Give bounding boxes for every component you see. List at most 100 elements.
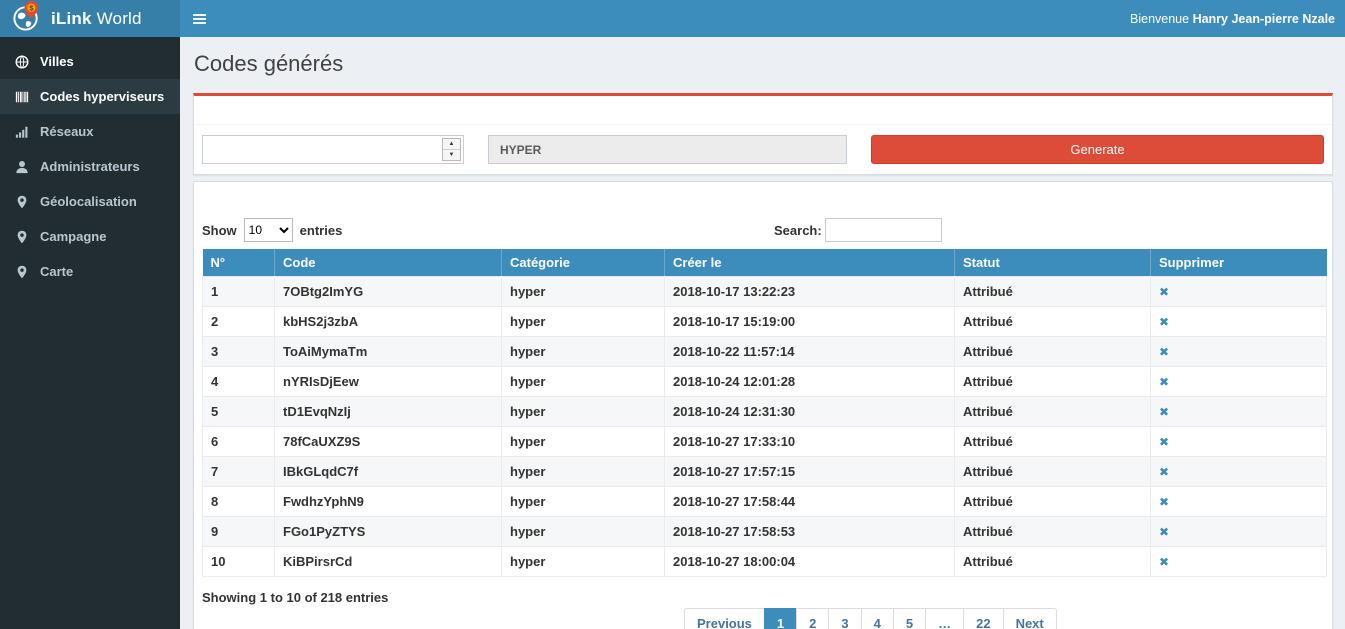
category-field[interactable] (488, 135, 847, 164)
pagination-page-1[interactable]: 1 (764, 608, 797, 629)
cell-created: 2018-10-22 11:57:14 (665, 336, 955, 366)
delete-icon[interactable]: ✖ (1159, 525, 1169, 539)
cell-code: tD1EvqNzIj (275, 396, 502, 426)
brand-logo[interactable]: $ iLink World (0, 0, 180, 37)
brand-title-bold: iLink (51, 9, 92, 28)
table-row: 5 tD1EvqNzIj hyper 2018-10-24 12:31:30 A… (203, 396, 1327, 426)
brand-title: iLink World (51, 9, 142, 29)
cell-code: IBkGLqdC7f (275, 456, 502, 486)
svg-text:$: $ (29, 4, 34, 13)
pagination-page-22[interactable]: 22 (963, 608, 1003, 629)
cell-num: 10 (203, 546, 275, 576)
quantity-input[interactable] (203, 136, 440, 163)
table-header-row: N° Code Catégorie Créer le Statut Suppri… (203, 249, 1327, 276)
page-length-control: Show 10 entries (202, 218, 1324, 242)
page-title: Codes générés (194, 51, 1333, 77)
top-header: $ iLink World Bienvenue Hanry Jean-pierr… (0, 0, 1345, 37)
cell-num: 5 (203, 396, 275, 426)
search-input[interactable] (825, 218, 942, 242)
sidebar-toggle-icon[interactable] (180, 0, 219, 37)
sidebar-item-carte[interactable]: Carte (0, 254, 180, 289)
cell-status: Attribué (955, 396, 1151, 426)
delete-icon[interactable]: ✖ (1159, 285, 1169, 299)
column-header-num[interactable]: N° (203, 249, 275, 276)
cell-category: hyper (502, 336, 665, 366)
cell-category: hyper (502, 486, 665, 516)
delete-icon[interactable]: ✖ (1159, 315, 1169, 329)
sidebar-item-villes[interactable]: Villes (0, 44, 180, 79)
generate-form-box: ▲ ▼ Generate (193, 93, 1333, 175)
column-header-supprimer[interactable]: Supprimer (1151, 249, 1327, 276)
cell-created: 2018-10-27 17:58:44 (665, 486, 955, 516)
cell-code: KiBPirsrCd (275, 546, 502, 576)
generate-button[interactable]: Generate (871, 135, 1324, 164)
cell-category: hyper (502, 276, 665, 306)
table-row: 3 ToAiMymaTm hyper 2018-10-22 11:57:14 A… (203, 336, 1327, 366)
sidebar-item-label: Campagne (40, 229, 106, 244)
cell-status: Attribué (955, 456, 1151, 486)
sidebar-item-label: Villes (40, 54, 74, 69)
cell-created: 2018-10-24 12:01:28 (665, 366, 955, 396)
cell-created: 2018-10-17 15:19:00 (665, 306, 955, 336)
pagination-page-4[interactable]: 4 (861, 608, 894, 629)
pagination-next-button[interactable]: Next (1003, 608, 1057, 629)
pagination-page-2[interactable]: 2 (796, 608, 829, 629)
cell-category: hyper (502, 426, 665, 456)
sidebar-item-label: Carte (40, 264, 73, 279)
column-header-categorie[interactable]: Catégorie (502, 249, 665, 276)
cell-category: hyper (502, 546, 665, 576)
table-row: 9 FGo1PyZTYS hyper 2018-10-27 17:58:53 A… (203, 516, 1327, 546)
delete-icon[interactable]: ✖ (1159, 555, 1169, 569)
cell-code: 7OBtg2ImYG (275, 276, 502, 306)
table-controls: Show 10 entries Search: (202, 218, 1324, 242)
cell-status: Attribué (955, 366, 1151, 396)
delete-icon[interactable]: ✖ (1159, 345, 1169, 359)
cell-status: Attribué (955, 546, 1151, 576)
cell-code: kbHS2j3zbA (275, 306, 502, 336)
codes-table: N° Code Catégorie Créer le Statut Suppri… (202, 249, 1327, 577)
pagination-page-5[interactable]: 5 (893, 608, 926, 629)
sidebar-item-codes-hyperviseurs[interactable]: Codes hyperviseurs (0, 79, 180, 114)
cell-status: Attribué (955, 336, 1151, 366)
page-length-select[interactable]: 10 (244, 218, 293, 242)
search-control: Search: (774, 218, 942, 242)
column-header-creer-le[interactable]: Créer le (665, 249, 955, 276)
cell-created: 2018-10-27 17:58:53 (665, 516, 955, 546)
sidebar-item-label: Codes hyperviseurs (40, 89, 164, 104)
globe-pin-logo-icon: $ (11, 0, 42, 37)
table-row: 6 78fCaUXZ9S hyper 2018-10-27 17:33:10 A… (203, 426, 1327, 456)
delete-icon[interactable]: ✖ (1159, 495, 1169, 509)
cell-category: hyper (502, 306, 665, 336)
sidebar-item-campagne[interactable]: Campagne (0, 219, 180, 254)
table-row: 4 nYRIsDjEew hyper 2018-10-24 12:01:28 A… (203, 366, 1327, 396)
pagination-previous-button[interactable]: Previous (684, 608, 765, 629)
pagination-page-3[interactable]: 3 (828, 608, 861, 629)
cell-num: 3 (203, 336, 275, 366)
map-marker-icon (15, 230, 29, 244)
brand-title-regular: World (92, 9, 142, 28)
cell-status: Attribué (955, 276, 1151, 306)
delete-icon[interactable]: ✖ (1159, 375, 1169, 389)
column-header-code[interactable]: Code (275, 249, 502, 276)
welcome-user-name: Hanry Jean-pierre Nzale (1193, 12, 1335, 26)
cell-category: hyper (502, 396, 665, 426)
sidebar-item-reseaux[interactable]: Réseaux (0, 114, 180, 149)
delete-icon[interactable]: ✖ (1159, 435, 1169, 449)
cell-code: FGo1PyZTYS (275, 516, 502, 546)
cell-num: 4 (203, 366, 275, 396)
sidebar-item-label: Géolocalisation (40, 194, 137, 209)
spinner-down-icon[interactable]: ▼ (443, 150, 460, 160)
show-label: Show (202, 223, 237, 238)
delete-icon[interactable]: ✖ (1159, 465, 1169, 479)
cell-created: 2018-10-24 12:31:30 (665, 396, 955, 426)
table-row: 8 FwdhzYphN9 hyper 2018-10-27 17:58:44 A… (203, 486, 1327, 516)
cell-code: 78fCaUXZ9S (275, 426, 502, 456)
column-header-statut[interactable]: Statut (955, 249, 1151, 276)
cell-created: 2018-10-17 13:22:23 (665, 276, 955, 306)
delete-icon[interactable]: ✖ (1159, 405, 1169, 419)
sidebar-item-geolocalisation[interactable]: Géolocalisation (0, 184, 180, 219)
cell-category: hyper (502, 516, 665, 546)
search-label: Search: (774, 223, 822, 238)
sidebar-item-administrateurs[interactable]: Administrateurs (0, 149, 180, 184)
spinner-up-icon[interactable]: ▲ (443, 139, 460, 150)
